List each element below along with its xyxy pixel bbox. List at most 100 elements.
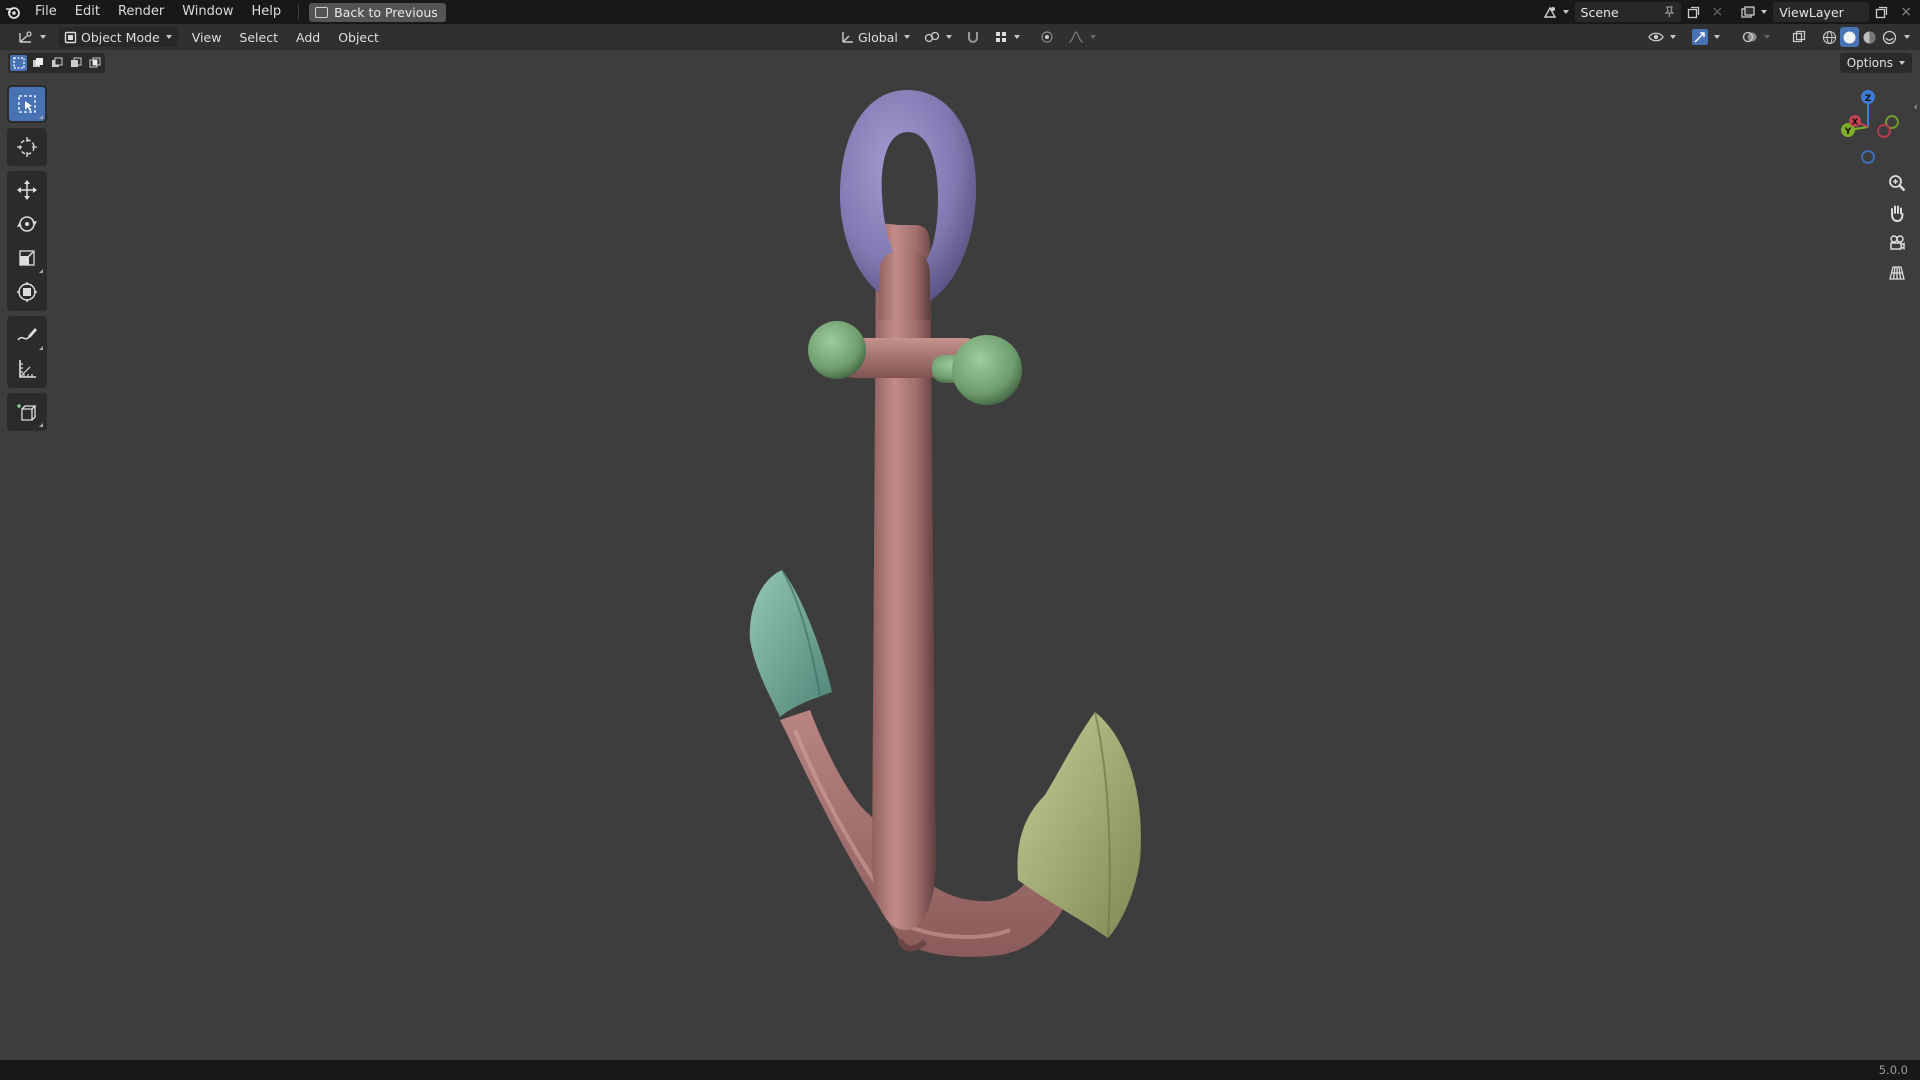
select-extend-icon [32,58,43,67]
chevron-down-icon [1714,35,1720,39]
scene-icon [1543,6,1556,18]
menu-help[interactable]: Help [243,0,291,24]
chevron-down-icon [40,35,46,39]
rotate-tool[interactable] [9,207,45,241]
rendered-shading-button[interactable] [1880,27,1899,47]
delete-view-layer-button[interactable]: × [1894,2,1920,22]
xray-toggle[interactable] [1786,27,1812,47]
mode-selector[interactable]: Object Mode [58,27,178,47]
scene-name-field[interactable]: Scene [1574,2,1681,22]
object-mode-icon [64,31,77,43]
back-to-previous-button[interactable]: Back to Previous [309,2,446,22]
orientation-label: Global [858,29,898,45]
view-layer-field[interactable]: ViewLayer [1773,2,1870,22]
camera-icon [1890,235,1905,250]
xray-icon [1792,30,1806,43]
blender-logo-icon[interactable] [0,0,26,24]
z-axis-label: Z [1865,94,1872,104]
transform-tool[interactable] [9,275,45,309]
camera-view-button[interactable] [1882,228,1912,258]
menu-select[interactable]: Select [233,27,284,47]
add-cube-tool[interactable] [9,395,45,429]
annotate-tool[interactable] [9,318,45,352]
solid-shading-button[interactable] [1840,27,1859,47]
eye-visibility-icon [1648,32,1664,42]
shading-options-button[interactable] [1900,27,1912,47]
orientation-global-icon [842,32,853,43]
chevron-down-icon [165,35,172,39]
zoom-magnifier-icon [1889,175,1906,192]
menu-window[interactable]: Window [173,0,242,24]
menu-object[interactable]: Object [332,27,385,47]
menu-file[interactable]: File [26,0,66,24]
select-box-tool[interactable] [9,87,45,121]
grid-perspective-icon [1889,266,1905,280]
new-view-layer-button[interactable] [1869,2,1894,22]
overlays-toggle[interactable] [1736,27,1776,47]
hand-pan-icon [1891,205,1904,222]
version-label: 5.0.0 [1878,1063,1908,1077]
pin-icon[interactable] [1664,6,1675,18]
scale-tool[interactable] [9,241,45,275]
tool-group-annotate [7,316,47,388]
measure-tool[interactable] [9,352,45,386]
select-intersect-mode-button[interactable] [86,55,103,71]
zoom-button[interactable] [1882,168,1912,198]
gizmo-toggle[interactable] [1686,27,1726,47]
chevron-down-icon [1761,10,1768,14]
status-bar: 5.0.0 [0,1060,1920,1080]
rotate-icon [17,216,37,232]
divider [298,4,300,20]
anchor-shank-top [878,250,930,320]
delete-scene-button[interactable]: × [1706,2,1730,22]
material-sphere-icon [1863,31,1876,43]
rendered-sphere-icon [1882,30,1897,44]
snap-target-selector[interactable] [988,27,1026,47]
proportional-falloff-selector[interactable] [1062,27,1102,47]
select-subtract-mode-button[interactable] [48,55,65,71]
new-scene-button[interactable] [1681,2,1706,22]
snap-toggle[interactable] [960,27,986,47]
transform-orientation-selector[interactable]: Global [834,27,916,47]
select-set-icon [12,57,25,69]
options-dropdown[interactable]: Options [1839,53,1912,73]
select-new-mode-button[interactable] [10,55,27,71]
menu-edit[interactable]: Edit [66,0,109,24]
transform-settings: Global [834,27,1102,47]
select-box-icon [18,95,36,113]
select-extend-mode-button[interactable] [29,55,46,71]
chevron-down-icon [903,35,910,39]
gizmo-icon [1694,32,1705,43]
pan-button[interactable] [1882,198,1912,228]
viewport-display-settings [1642,27,1912,47]
neg-x-axis-handle[interactable] [1877,124,1891,138]
navigation-gizmo[interactable]: Z Y X [1828,85,1904,169]
move-tool[interactable] [9,173,45,207]
selection-mode-group [8,53,105,73]
anchor-3d-model[interactable] [700,80,1180,980]
material-preview-button[interactable] [1860,27,1879,47]
sidebar-toggle-arrow-icon[interactable]: ‹ [1914,100,1918,113]
proportional-edit-icon [1041,31,1053,43]
menu-add[interactable]: Add [290,27,326,47]
visibility-selector[interactable] [1642,27,1682,47]
view-layer-type-selector[interactable] [1735,2,1773,22]
add-cube-icon [17,404,37,421]
duplicate-icon [1687,6,1699,18]
y-axis-label: Y [1844,127,1852,137]
workspace-selectors: Scene × ViewLayer × [1537,0,1920,24]
pivot-point-selector[interactable] [918,27,958,47]
wireframe-shading-button[interactable] [1820,27,1839,47]
menu-render[interactable]: Render [109,0,173,24]
menu-view[interactable]: View [186,27,228,47]
select-invert-mode-button[interactable] [67,55,84,71]
screen-back-icon [315,6,329,18]
tool-group-add [7,393,47,431]
cursor-tool[interactable] [9,130,45,164]
editor-type-selector[interactable] [12,27,52,47]
perspective-toggle-button[interactable] [1882,258,1912,288]
neg-z-axis-handle[interactable] [1861,150,1875,164]
proportional-editing-toggle[interactable] [1034,27,1060,47]
scene-type-selector[interactable] [1537,2,1575,22]
select-subtract-icon [51,57,62,67]
